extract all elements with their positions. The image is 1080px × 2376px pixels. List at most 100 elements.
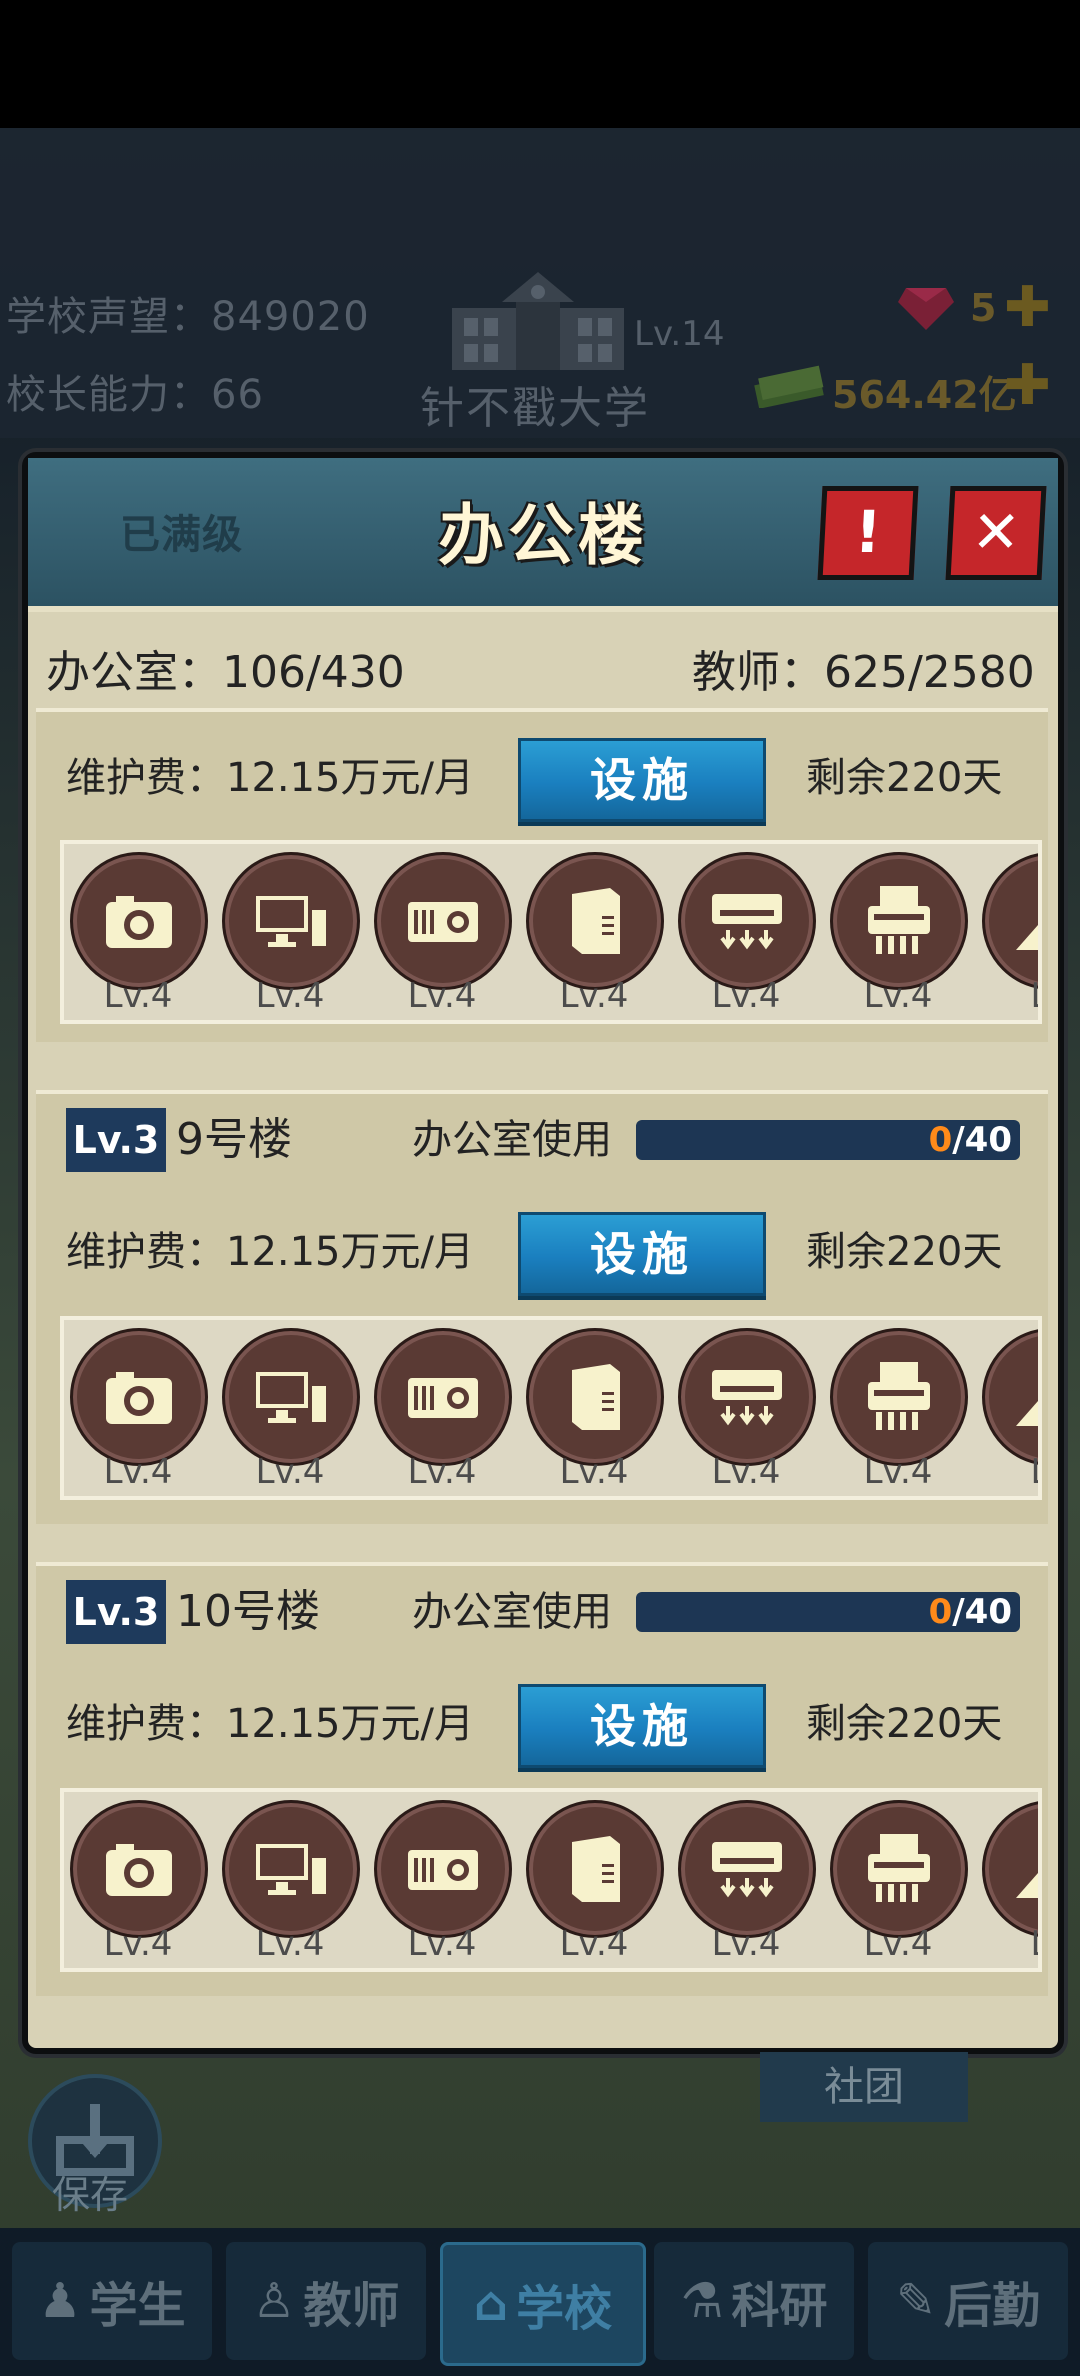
close-icon: ✕	[969, 498, 1023, 566]
facility-item[interactable]: Lv.4	[526, 1328, 664, 1492]
office-usage-total: /40	[952, 1592, 1012, 1632]
facility-level: Lv.4	[255, 976, 325, 1016]
facility-level: Lv.4	[103, 1452, 173, 1492]
camera-icon	[70, 1800, 208, 1938]
bottom-navigation: ♟ 学生 ♙ 教师 ⌂ 学校 ⚗ 科研 ✎ 后勤	[0, 2228, 1080, 2376]
teacher-icon: ♙	[252, 2273, 296, 2329]
office-usage-used: 0	[928, 1592, 953, 1632]
facility-strip[interactable]: Lv.4 Lv.4 Lv.4 Lv.4 Lv.4 Lv.4 Lv	[60, 1316, 1042, 1500]
facility-level: Lv.4	[255, 1452, 325, 1492]
facilities-button[interactable]: 设施	[518, 1684, 766, 1768]
teachers-value: 625/2580	[824, 647, 1035, 698]
office-usage-label: 办公室使用	[412, 1589, 612, 1635]
facility-level: Lv.4	[255, 1924, 325, 1964]
office-usage-bar: 0/40	[636, 1592, 1020, 1632]
projector-icon	[374, 852, 512, 990]
facility-item[interactable]: Lv.4	[222, 1800, 360, 1964]
building-level-badge: Lv.3	[66, 1108, 166, 1172]
facility-item[interactable]: Lv.4	[830, 852, 968, 1016]
add-money-button[interactable]: ✚	[1004, 358, 1051, 414]
money-icon	[754, 365, 824, 408]
computer-icon	[222, 1800, 360, 1938]
nav-tab-logistics[interactable]: ✎ 后勤	[868, 2242, 1068, 2360]
nav-tab-research[interactable]: ⚗ 科研	[654, 2242, 854, 2360]
air-conditioner-icon	[678, 1800, 816, 1938]
projector-icon	[374, 1328, 512, 1466]
reputation-value: 849020	[211, 294, 370, 340]
facility-level: Lv.4	[407, 976, 477, 1016]
facility-item[interactable]: Lv.4	[374, 1328, 512, 1492]
school-building-icon[interactable]	[452, 262, 624, 370]
maintenance-fee: 维护费：12.15万元/月	[66, 755, 474, 801]
shredder-icon	[830, 852, 968, 990]
facilities-button[interactable]: 设施	[518, 1212, 766, 1296]
facility-item[interactable]: Lv.4	[222, 1328, 360, 1492]
school-name: 针不戳大学	[420, 383, 650, 434]
facility-item[interactable]: Lv	[982, 1800, 1038, 1964]
building-section: Lv.3 10号楼 办公室使用 0/40 维护费：12.15万元/月 设施 剩余…	[36, 1562, 1048, 1996]
office-usage-used: 0	[928, 1120, 953, 1160]
facility-item[interactable]: Lv	[982, 1328, 1038, 1492]
nav-tab-teachers[interactable]: ♙ 教师	[226, 2242, 426, 2360]
gem-icon	[898, 288, 954, 330]
nav-label: 科研	[731, 2278, 828, 2334]
facility-level: Lv.4	[863, 1452, 933, 1492]
facility-level: Lv.4	[559, 1452, 629, 1492]
gem-count: 5	[970, 286, 997, 330]
remaining-days: 剩余220天	[806, 755, 1003, 801]
facility-item[interactable]: Lv.4	[222, 852, 360, 1016]
building-level-badge: Lv.3	[66, 1580, 166, 1644]
facility-strip[interactable]: Lv.4 Lv.4 Lv.4 Lv.4 Lv.4 Lv.4 Lv	[60, 1788, 1042, 1972]
air-conditioner-icon	[678, 1328, 816, 1466]
nav-label: 后勤	[944, 2278, 1041, 2334]
facility-item[interactable]: Lv.4	[526, 852, 664, 1016]
facility-level: Lv	[982, 976, 1038, 1016]
office-usage-text: 0/40	[929, 1120, 1012, 1160]
facility-item[interactable]: Lv.4	[830, 1328, 968, 1492]
facility-level: Lv.4	[711, 1924, 781, 1964]
facility-item[interactable]: Lv.4	[678, 1800, 816, 1964]
facility-item[interactable]: Lv.4	[374, 852, 512, 1016]
facility-item[interactable]: Lv.4	[526, 1800, 664, 1964]
office-usage-bar: 0/40	[636, 1120, 1020, 1160]
computer-icon	[222, 852, 360, 990]
facility-level: Lv.4	[863, 1924, 933, 1964]
facility-item[interactable]: Lv.4	[830, 1800, 968, 1964]
principal-value: 66	[211, 372, 264, 418]
facility-item[interactable]: Lv.4	[678, 852, 816, 1016]
shredder-icon	[830, 1328, 968, 1466]
maintenance-fee: 维护费：12.15万元/月	[66, 1701, 474, 1747]
offices-value: 106/430	[222, 647, 405, 698]
nav-tab-students[interactable]: ♟ 学生	[12, 2242, 212, 2360]
maintenance-fee: 维护费：12.15万元/月	[66, 1229, 474, 1275]
nav-tab-school[interactable]: ⌂ 学校	[440, 2242, 646, 2366]
money-amount: 564.42亿	[832, 373, 1017, 417]
facility-item[interactable]: Lv.4	[70, 1328, 208, 1492]
add-gems-button[interactable]: ✚	[1004, 280, 1051, 336]
offices-summary: 办公室：106/430	[46, 636, 405, 700]
main-building-section: 维护费：12.15万元/月 设施 剩余220天 Lv.4 Lv.4 Lv.4 Lv.4…	[36, 708, 1048, 1042]
facility-item[interactable]: Lv	[982, 852, 1038, 1016]
principal-label: 校长能力：	[6, 372, 211, 418]
facilities-button[interactable]: 设施	[518, 738, 766, 822]
building-section: Lv.3 9号楼 办公室使用 0/40 维护费：12.15万元/月 设施 剩余2…	[36, 1090, 1048, 1524]
alert-button[interactable]: !	[817, 486, 919, 580]
student-icon: ♟	[38, 2273, 82, 2329]
close-button[interactable]: ✕	[945, 486, 1047, 580]
facility-strip[interactable]: Lv.4 Lv.4 Lv.4 Lv.4 Lv.4 Lv.4 Lv	[60, 840, 1042, 1024]
facility-item[interactable]: Lv.4	[374, 1800, 512, 1964]
nav-label: 教师	[303, 2278, 400, 2334]
facility-level: Lv	[982, 1924, 1038, 1964]
remaining-days: 剩余220天	[806, 1229, 1003, 1275]
facility-item[interactable]: Lv.4	[70, 852, 208, 1016]
facility-item[interactable]: Lv.4	[70, 1800, 208, 1964]
offices-label: 办公室：	[46, 647, 222, 698]
office-usage-total: /40	[952, 1120, 1012, 1160]
office-usage-label: 办公室使用	[412, 1117, 612, 1163]
club-button[interactable]: 社团	[760, 2052, 968, 2122]
school-level: Lv.14	[634, 314, 725, 354]
water-dispenser-icon	[526, 1800, 664, 1938]
shredder-icon	[830, 1800, 968, 1938]
facility-item[interactable]: Lv.4	[678, 1328, 816, 1492]
building-name: 10号楼	[176, 1586, 320, 1637]
